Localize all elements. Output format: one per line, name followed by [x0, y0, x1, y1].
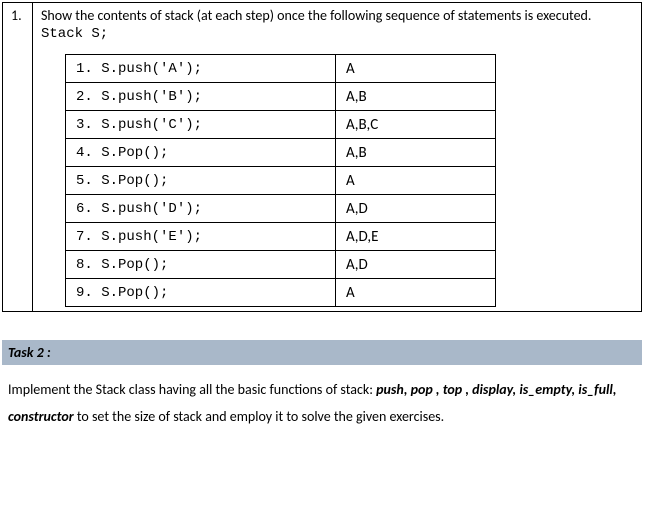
stack-cell: A,B: [336, 139, 496, 167]
stack-cell: A: [336, 279, 496, 307]
task2-body: Implement the Stack class having all the…: [8, 377, 649, 430]
stack-cell: A,B,C: [336, 111, 496, 139]
stack-cell: A,D,E: [336, 223, 496, 251]
table-row: 6. S.push('D'); A,D: [66, 195, 496, 223]
question-content-cell: Show the contents of stack (at each step…: [33, 3, 642, 312]
stack-cell: A,D: [336, 195, 496, 223]
stack-cell: A,B: [336, 83, 496, 111]
question-number-cell: 1.: [3, 3, 33, 312]
table-row: 4. S.Pop(); A,B: [66, 139, 496, 167]
operation-cell: 7. S.push('E');: [66, 223, 336, 251]
task2-suffix: to set the size of stack and employ it t…: [74, 408, 445, 425]
question-table: 1. Show the contents of stack (at each s…: [2, 2, 642, 312]
table-row: 3. S.push('C'); A,B,C: [66, 111, 496, 139]
operation-cell: 4. S.Pop();: [66, 139, 336, 167]
operation-cell: 1. S.push('A');: [66, 55, 336, 83]
stack-cell: A: [336, 167, 496, 195]
table-row: 7. S.push('E'); A,D,E: [66, 223, 496, 251]
task2-prefix: Implement the Stack class having all the…: [8, 381, 376, 398]
operation-cell: 6. S.push('D');: [66, 195, 336, 223]
operation-cell: 2. S.push('B');: [66, 83, 336, 111]
table-row: 8. S.Pop(); A,D: [66, 251, 496, 279]
question-number: 1.: [11, 7, 22, 24]
task2-header: Task 2 :: [2, 340, 642, 365]
stack-cell: A: [336, 55, 496, 83]
operation-cell: 5. S.Pop();: [66, 167, 336, 195]
table-row: 5. S.Pop(); A: [66, 167, 496, 195]
table-row: 9. S.Pop(); A: [66, 279, 496, 307]
operation-cell: 8. S.Pop();: [66, 251, 336, 279]
stack-declaration: Stack S;: [41, 26, 633, 42]
table-row: 1. S.push('A'); A: [66, 55, 496, 83]
question-prompt: Show the contents of stack (at each step…: [41, 7, 633, 24]
operation-cell: 3. S.push('C');: [66, 111, 336, 139]
stack-steps-table: 1. S.push('A'); A 2. S.push('B'); A,B 3.…: [65, 54, 496, 307]
operation-cell: 9. S.Pop();: [66, 279, 336, 307]
stack-cell: A,D: [336, 251, 496, 279]
table-row: 2. S.push('B'); A,B: [66, 83, 496, 111]
